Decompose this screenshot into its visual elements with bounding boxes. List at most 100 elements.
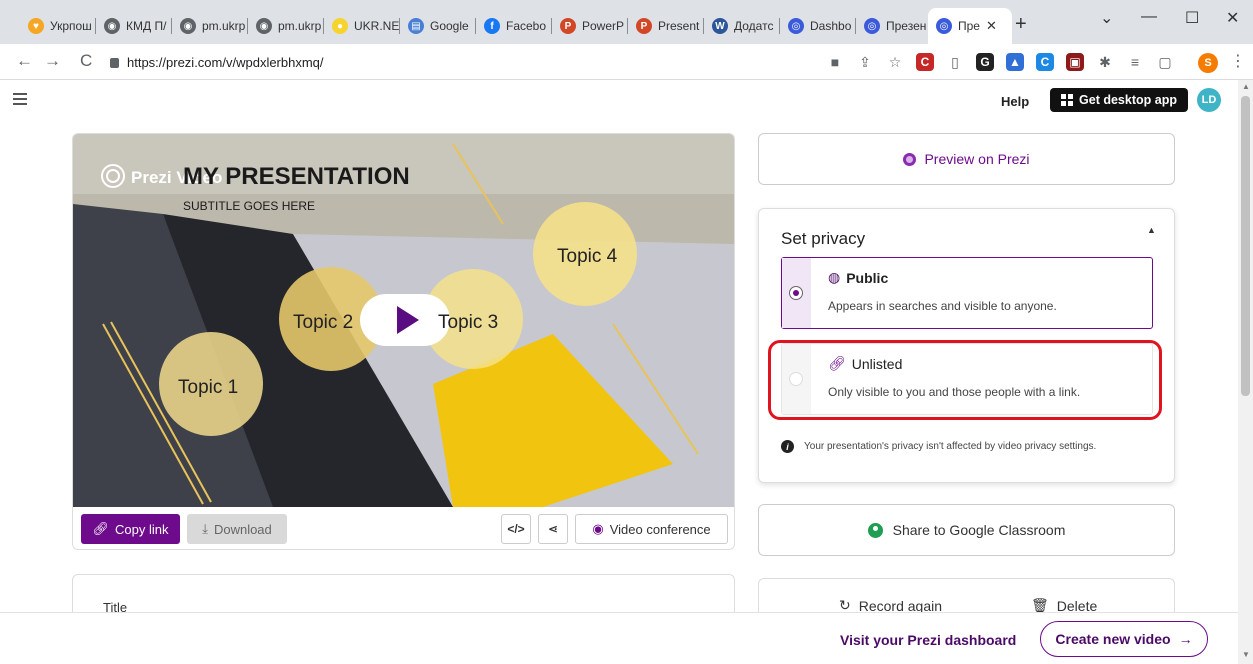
scrollbar-thumb[interactable] [1241,96,1250,396]
privacy-note-text: Your presentation's privacy isn't affect… [804,441,1097,452]
slide-title: MY PRESENTATION [183,163,410,190]
browser-menu-icon[interactable]: ⋮ [1230,51,1246,71]
browser-tab[interactable]: P Present [628,8,704,44]
back-icon[interactable]: ← [16,51,33,71]
browser-tab[interactable]: W Додатс [704,8,780,44]
browser-tab[interactable]: ▤ Google [400,8,476,44]
tab-favicon-icon: W [712,18,728,34]
browser-tab[interactable]: ◉ pm.ukrp [248,8,324,44]
podcast-icon: ◉ [592,521,604,536]
reload-icon[interactable]: C [80,51,92,71]
footer-bar: Visit your Prezi dashboard Create new vi… [0,612,1238,664]
puzzle-icon[interactable]: ✱ [1096,53,1114,71]
share-icon: ⋖ [547,522,559,536]
extension-cap-icon[interactable]: ▲ [1006,53,1024,71]
side-panel-icon[interactable]: ▢ [1156,53,1174,71]
close-window-button[interactable]: ✕ [1226,8,1239,28]
tab-label: Google [430,19,469,33]
tab-favicon-icon: P [636,18,652,34]
share-button[interactable]: ⋖ [538,514,568,544]
tab-favicon-icon: ● [332,18,348,34]
tab-favicon-icon: ♥ [28,18,44,34]
copy-link-label: Copy link [115,521,169,537]
tab-favicon-icon: ◉ [104,18,120,34]
get-desktop-app-button[interactable]: Get desktop app [1050,88,1188,112]
tab-label: pm.ukrp [278,19,322,33]
profile-avatar[interactable]: S [1198,53,1218,73]
hamburger-menu-icon[interactable] [13,93,27,108]
extension-red-icon[interactable]: C [916,53,934,71]
download-icon: ⤓ [202,521,208,536]
browser-tab[interactable]: P PowerP [552,8,628,44]
public-description: Appears in searches and visible to anyon… [828,299,1057,313]
tab-label: КМД П/ [126,19,167,33]
public-label: Public [846,269,889,286]
video-conference-label: Video conference [609,521,711,537]
create-new-video-button[interactable]: Create new video → [1040,621,1208,657]
scroll-down-icon[interactable]: ▼ [1242,650,1250,659]
maximize-button[interactable]: ☐ [1185,8,1199,28]
download-button[interactable]: ⤓ Download [187,514,287,544]
browser-tab[interactable]: ♥ Укрпош [20,8,96,44]
windows-icon [1061,94,1074,106]
bookmark-star-icon[interactable]: ☆ [886,53,904,71]
browser-tab[interactable]: ● UKR.NE [324,8,400,44]
reading-list-icon[interactable]: ≡ [1126,53,1144,71]
share-google-classroom-button[interactable]: Share to Google Classroom [758,504,1175,556]
video-icon[interactable]: ■ [826,53,844,71]
prezi-dashboard-link[interactable]: Visit your Prezi dashboard [840,632,1016,648]
browser-tab[interactable]: ◎ Dashbo [780,8,856,44]
tab-favicon-icon: ◎ [864,18,880,34]
video-card: Prezi Video MY PRESENTATION SUBTITLE GOE… [72,133,735,550]
embed-button[interactable]: </> [501,514,531,544]
browser-tab[interactable]: f Facebo [476,8,552,44]
google-classroom-icon [867,522,883,538]
tab-search-icon[interactable]: ⌄ [1100,8,1113,28]
tab-active[interactable]: ◎ Пре ✕ [928,8,1012,44]
url-text: https://prezi.com/v/wpdxlerbhxmq/ [127,54,324,70]
extension-g-icon[interactable]: G [976,53,994,71]
tab-label: PowerP [582,19,625,33]
globe-icon: ◍ [828,269,841,285]
preview-label: Preview on Prezi [924,151,1030,167]
share-icon[interactable]: ⇪ [856,53,874,71]
tab-favicon-icon: ◉ [180,18,196,34]
extension-c-icon[interactable]: C [1036,53,1054,71]
minimize-button[interactable]: — [1141,8,1157,26]
forward-icon[interactable]: → [44,51,61,71]
page-scrollbar[interactable]: ▲ ▼ [1238,80,1253,664]
help-link[interactable]: Help [1001,94,1029,109]
preview-on-prezi-button[interactable]: Preview on Prezi [758,133,1175,185]
browser-tab[interactable]: ◎ Презен [856,8,932,44]
new-tab-button[interactable]: + [1015,14,1027,34]
privacy-note: i Your presentation's privacy isn't affe… [781,440,1096,453]
topic-1: Topic 1 [178,377,238,398]
classroom-label: Share to Google Classroom [892,522,1066,538]
topic-4: Topic 4 [557,246,618,267]
video-player[interactable]: Prezi Video MY PRESENTATION SUBTITLE GOE… [73,134,735,507]
browser-tab-bar: ♥ Укрпош ◉ КМД П/ ◉ pm.ukrp ◉ pm.ukrp ● UKR.NE ▤ Go… [0,0,1253,44]
tab-close-icon[interactable]: ✕ [986,18,997,34]
user-avatar[interactable]: LD [1197,88,1221,112]
video-conference-button[interactable]: ◉ Video conference [575,514,728,544]
scroll-up-icon[interactable]: ▲ [1242,82,1250,91]
tab-favicon-icon: ▤ [408,18,424,34]
tab-label: Додатс [734,19,774,33]
tab-favicon-icon: P [560,18,576,34]
browser-tab[interactable]: ◉ КМД П/ [96,8,172,44]
browser-tab[interactable]: ◉ pm.ukrp [172,8,248,44]
extension-icons: ■ ⇪ ☆ C ▯ G ▲ C ▣ ✱ ≡ ▢ [826,53,1174,71]
extension-shield-icon[interactable]: ▯ [946,53,964,71]
collapse-caret-icon[interactable]: ▲ [1147,225,1156,235]
highlight-annotation [768,340,1162,420]
browser-toolbar: ← → C https://prezi.com/v/wpdxlerbhxmq/ … [0,44,1253,80]
tab-label: Пре [958,19,980,33]
address-bar[interactable]: https://prezi.com/v/wpdxlerbhxmq/ [110,49,830,75]
tab-label: Dashbo [810,19,852,33]
privacy-option-public[interactable]: ◍ Public Appears in searches and visible… [781,257,1153,329]
public-radio[interactable] [789,286,803,300]
extension-tv-icon[interactable]: ▣ [1066,53,1084,71]
copy-link-button[interactable]: 🔗︎ Copy link [81,514,180,544]
download-label: Download [213,521,272,537]
tab-favicon-icon: ◎ [788,18,804,34]
